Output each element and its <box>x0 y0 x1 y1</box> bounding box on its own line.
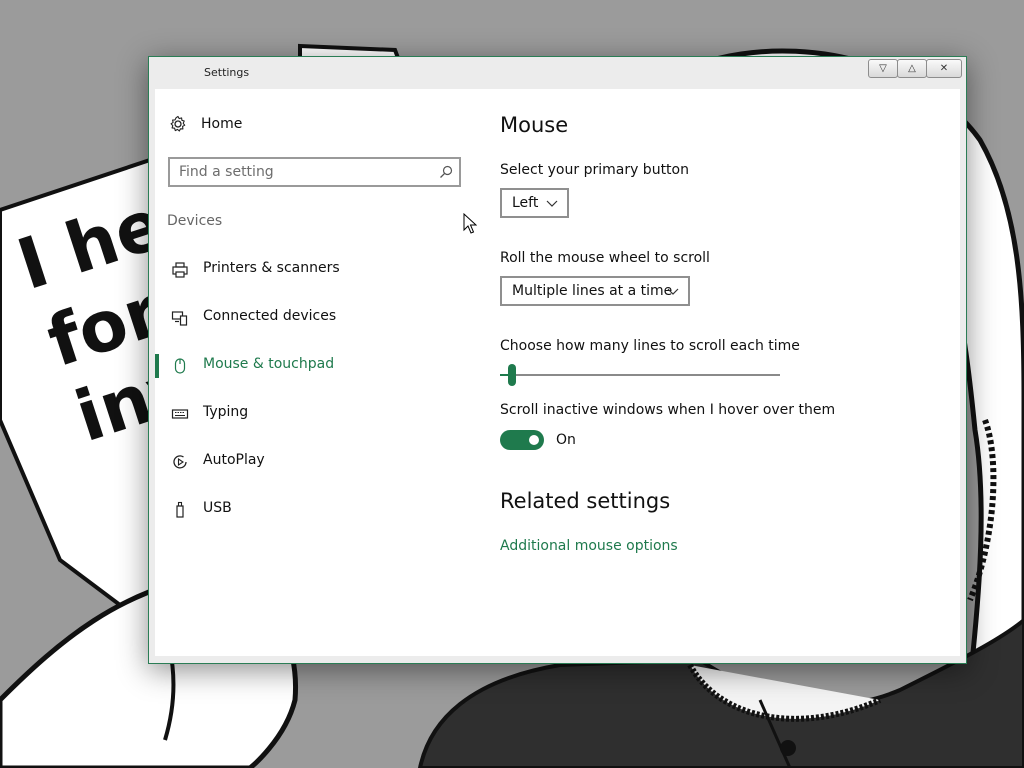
chevron-down-icon <box>667 288 679 295</box>
search-input[interactable] <box>179 164 429 180</box>
related-settings-heading: Related settings <box>500 489 671 513</box>
sidebar-item-label: Printers & scanners <box>203 260 340 276</box>
mouse-icon <box>174 358 186 374</box>
slider-track <box>500 374 780 376</box>
scroll-lines-slider[interactable] <box>500 361 780 387</box>
gear-icon <box>170 115 186 132</box>
additional-mouse-options-link[interactable]: Additional mouse options <box>500 538 678 554</box>
settings-window: Settings ▽ △ ✕ Home Devices <box>148 56 967 664</box>
sidebar-item-label: Connected devices <box>203 308 337 324</box>
close-button[interactable]: ✕ <box>926 59 962 78</box>
primary-button-value: Left <box>512 195 539 211</box>
inactive-scroll-label: Scroll inactive windows when I hover ove… <box>500 402 836 418</box>
sidebar-item-typing[interactable]: Typing <box>155 393 475 433</box>
sidebar-item-label: Typing <box>203 404 249 420</box>
sidebar-item-label: USB <box>203 500 232 516</box>
keyboard-icon <box>171 409 189 419</box>
chevron-down-icon <box>546 200 558 207</box>
window-controls: ▽ △ ✕ <box>868 59 962 78</box>
sidebar-item-connected-devices[interactable]: Connected devices <box>155 297 475 337</box>
usb-icon <box>176 501 184 518</box>
toggle-knob <box>529 435 539 445</box>
wheel-scroll-dropdown[interactable]: Multiple lines at a time <box>500 276 690 306</box>
wheel-scroll-label: Roll the mouse wheel to scroll <box>500 250 710 266</box>
sidebar-item-printers[interactable]: Printers & scanners <box>155 249 475 289</box>
selection-indicator <box>155 354 159 378</box>
title-bar[interactable]: Settings ▽ △ ✕ <box>149 57 966 89</box>
scroll-lines-label: Choose how many lines to scroll each tim… <box>500 338 800 354</box>
home-label: Home <box>201 116 243 132</box>
settings-client-area: Home Devices Printers & scanners <box>155 89 960 656</box>
wheel-scroll-value: Multiple lines at a time <box>512 283 673 299</box>
primary-button-label: Select your primary button <box>500 162 689 178</box>
home-nav-item[interactable]: Home <box>169 115 242 133</box>
window-title: Settings <box>204 66 250 79</box>
page-title: Mouse <box>500 113 569 137</box>
minimize-button[interactable]: ▽ <box>868 59 898 78</box>
search-box[interactable] <box>168 157 461 187</box>
primary-button-dropdown[interactable]: Left <box>500 188 569 218</box>
printer-icon <box>172 262 188 278</box>
sidebar-item-label: Mouse & touchpad <box>203 356 335 372</box>
sidebar-item-autoplay[interactable]: AutoPlay <box>155 441 475 481</box>
maximize-button[interactable]: △ <box>897 59 927 78</box>
search-icon[interactable] <box>439 165 453 179</box>
inactive-scroll-toggle[interactable] <box>500 430 544 450</box>
sidebar-item-usb[interactable]: USB <box>155 489 475 529</box>
sidebar-item-label: AutoPlay <box>203 452 265 468</box>
autoplay-icon <box>173 455 187 469</box>
mouse-pointer-icon <box>463 213 477 234</box>
sidebar-item-mouse-touchpad[interactable]: Mouse & touchpad <box>155 345 475 385</box>
nav-group-heading: Devices <box>167 213 223 229</box>
toggle-state-label: On <box>556 432 576 448</box>
connected-devices-icon <box>171 311 188 326</box>
slider-thumb[interactable] <box>508 364 516 386</box>
